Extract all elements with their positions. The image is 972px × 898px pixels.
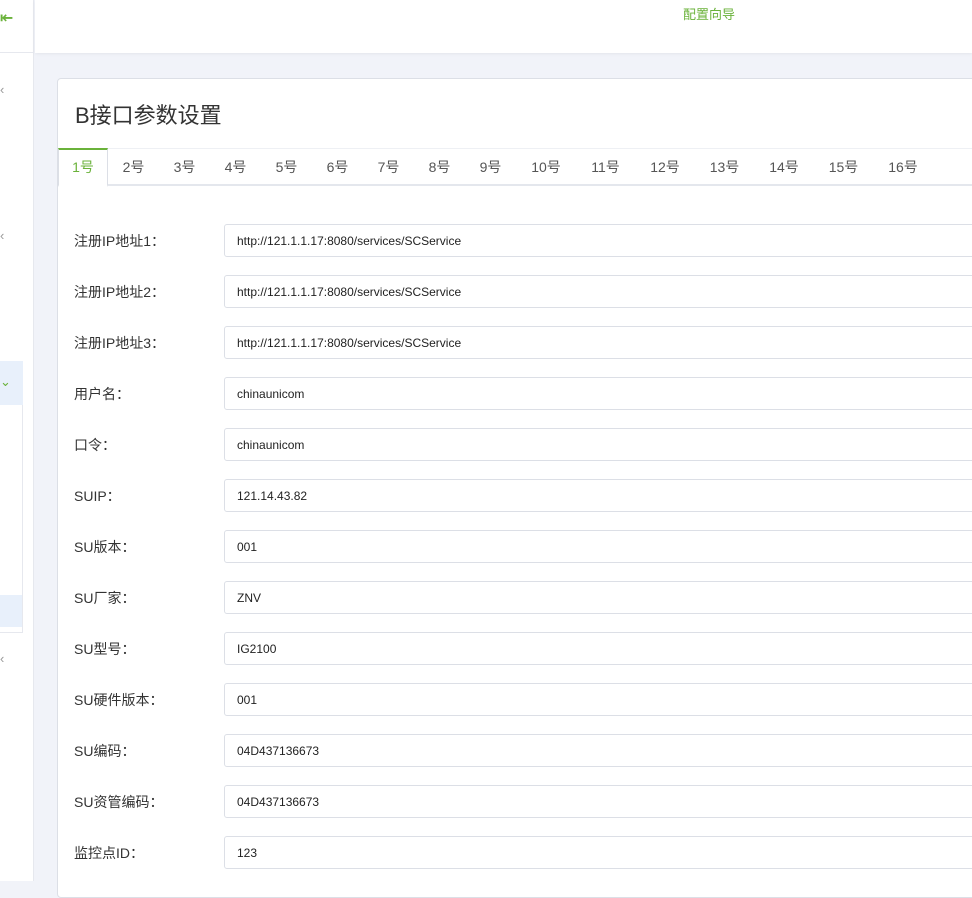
- tab-10[interactable]: 10号: [516, 149, 576, 186]
- settings-panel: B接口参数设置 1号 2号 3号 4号 5号 6号 7号 8号 9号 10号 1…: [57, 78, 972, 898]
- form-row: SU编码：: [58, 734, 972, 768]
- tab-9[interactable]: 9号: [465, 149, 516, 186]
- su-model-input[interactable]: [224, 632, 972, 665]
- password-input[interactable]: [224, 428, 972, 461]
- tab-3[interactable]: 3号: [159, 149, 210, 186]
- field-label: SU编码：: [74, 743, 136, 759]
- field-label: 注册IP地址2：: [74, 284, 166, 300]
- sidebar-divider: [0, 52, 34, 53]
- top-bar: 配置向导: [35, 0, 972, 53]
- tab-5[interactable]: 5号: [261, 149, 312, 186]
- tab-13[interactable]: 13号: [695, 149, 754, 186]
- form-row: SU型号：: [58, 632, 972, 666]
- su-hardware-version-input[interactable]: [224, 683, 972, 716]
- form-row: SU厂家：: [58, 581, 972, 615]
- tab-11[interactable]: 11号: [576, 149, 635, 186]
- chevron-down-icon: ⌄: [0, 374, 11, 389]
- tab-6[interactable]: 6号: [312, 149, 363, 186]
- form-row: SU资管编码：: [58, 785, 972, 819]
- form-row: SU版本：: [58, 530, 972, 564]
- chevron-left-icon[interactable]: ‹: [0, 652, 12, 666]
- monitor-point-id-input[interactable]: [224, 836, 972, 869]
- field-label: 口令：: [74, 437, 116, 453]
- su-ip-input[interactable]: [224, 479, 972, 512]
- field-label: 用户名：: [74, 386, 130, 402]
- form-row: 用户名：: [58, 377, 972, 411]
- sidebar: ⇤ ‹ ‹ ⌄ ‹: [0, 0, 34, 881]
- field-label: 注册IP地址1：: [74, 233, 166, 249]
- register-ip-2-input[interactable]: [224, 275, 972, 308]
- su-vendor-input[interactable]: [224, 581, 972, 614]
- sidebar-submenu: [0, 405, 23, 633]
- form-row: 口令：: [58, 428, 972, 462]
- form-row: 注册IP地址1：: [58, 224, 972, 258]
- form-row: 注册IP地址3：: [58, 326, 972, 360]
- tab-1[interactable]: 1号: [58, 148, 108, 187]
- form-row: 注册IP地址2：: [58, 275, 972, 309]
- form-row: 监控点ID：: [58, 836, 972, 870]
- field-label: SUIP：: [74, 488, 121, 504]
- field-label: SU资管编码：: [74, 794, 164, 810]
- tab-16[interactable]: 16号: [873, 149, 933, 186]
- su-code-input[interactable]: [224, 734, 972, 767]
- tab-8[interactable]: 8号: [414, 149, 465, 186]
- field-label: 注册IP地址3：: [74, 335, 166, 351]
- register-ip-1-input[interactable]: [224, 224, 972, 257]
- config-wizard-link[interactable]: 配置向导: [683, 6, 735, 24]
- form-row: SUIP：: [58, 479, 972, 513]
- tab-15[interactable]: 15号: [814, 149, 873, 186]
- tab-2[interactable]: 2号: [108, 149, 159, 186]
- sidebar-item-active[interactable]: [0, 595, 22, 627]
- form-row: SU硬件版本：: [58, 683, 972, 717]
- tab-bar: 1号 2号 3号 4号 5号 6号 7号 8号 9号 10号 11号 12号 1…: [58, 148, 972, 187]
- register-ip-3-input[interactable]: [224, 326, 972, 359]
- field-label: SU硬件版本：: [74, 692, 164, 708]
- field-label: SU型号：: [74, 641, 136, 657]
- field-label: SU厂家：: [74, 590, 136, 606]
- su-version-input[interactable]: [224, 530, 972, 563]
- tab-7[interactable]: 7号: [363, 149, 414, 186]
- username-input[interactable]: [224, 377, 972, 410]
- tab-4[interactable]: 4号: [210, 149, 261, 186]
- chevron-left-icon[interactable]: ‹: [0, 83, 12, 97]
- sidebar-group-open[interactable]: ⌄: [0, 361, 23, 405]
- tab-14[interactable]: 14号: [754, 149, 814, 186]
- su-asset-code-input[interactable]: [224, 785, 972, 818]
- collapse-left-icon[interactable]: ⇤: [0, 8, 20, 30]
- field-label: SU版本：: [74, 539, 136, 555]
- field-label: 监控点ID：: [74, 845, 144, 861]
- page-title: B接口参数设置: [75, 103, 222, 128]
- chevron-left-icon[interactable]: ‹: [0, 229, 12, 243]
- tab-12[interactable]: 12号: [635, 149, 695, 186]
